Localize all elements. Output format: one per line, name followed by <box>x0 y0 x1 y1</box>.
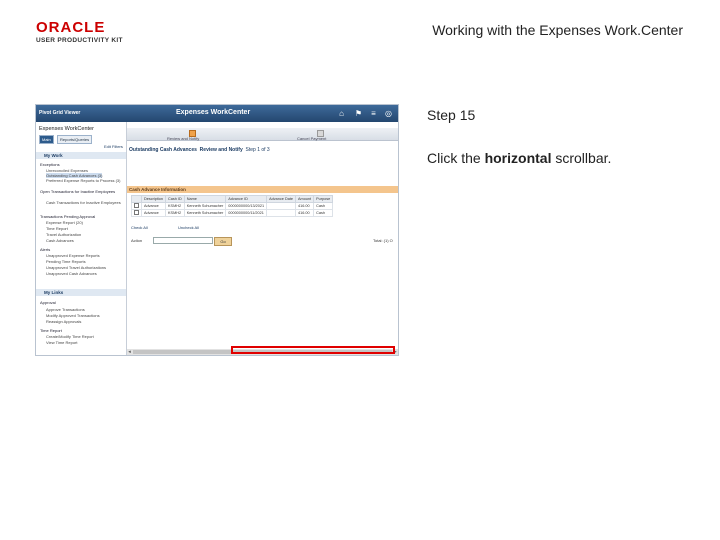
cell: 416.00 <box>294 209 315 217</box>
link-item[interactable]: Create/Modify Time Report <box>46 334 94 339</box>
list-item[interactable]: Unapproved Cash Advances <box>46 271 97 276</box>
instruction-keyword: horizontal <box>484 150 552 166</box>
left-pane-title: Expenses WorkCenter <box>39 126 94 132</box>
train-label-2: Cancel Payment <box>297 136 327 141</box>
list-item[interactable]: Cash Advances <box>46 238 74 243</box>
group-alerts[interactable]: Alerts <box>40 247 50 252</box>
col-cash-id[interactable]: Cash ID <box>165 195 185 203</box>
table-row: Advance KSMH2 Kenneth Schumacher 0000000… <box>131 209 334 217</box>
cell: Kenneth Schumacher <box>183 202 227 210</box>
home-icon[interactable]: ⌂ <box>337 109 346 118</box>
main-pane: Review and Notify Cancel Payment Outstan… <box>127 122 398 355</box>
navbar-icon[interactable]: ◎ <box>384 109 393 118</box>
my-work-header: My Work <box>36 152 126 159</box>
cell: Kenneth Schumacher <box>183 209 227 217</box>
group-pending-approval[interactable]: Transactions Pending Approval <box>40 214 95 219</box>
tab-main[interactable]: Main <box>39 135 54 144</box>
check-all-link[interactable]: Check All <box>131 225 148 230</box>
tab-reports-queries[interactable]: Reports/Queries <box>57 135 93 144</box>
cell: Advance <box>141 209 166 217</box>
cell: 416.00 <box>294 202 315 210</box>
list-item[interactable]: Preferred Expense Reports to Process (3) <box>46 178 120 183</box>
action-select[interactable] <box>153 237 213 244</box>
link-item[interactable]: View Time Report <box>46 340 78 345</box>
group-approval[interactable]: Approval <box>40 300 56 305</box>
action-label: Action <box>131 238 143 243</box>
table-row: Advance KSMH2 Kenneth Schumacher 0000000… <box>131 202 334 210</box>
app-screenshot: Pivot Grid Viewer Expenses WorkCenter ⌂ … <box>35 104 399 356</box>
list-item[interactable]: Expense Report (20) <box>46 220 83 225</box>
cell: KSMH2 <box>165 209 185 217</box>
cell: KSMH2 <box>165 202 185 210</box>
oracle-upk-logo: ORACLE USER PRODUCTIVITY KIT <box>36 20 128 44</box>
instruction-text: Click the horizontal scrollbar. <box>427 150 612 166</box>
group-exceptions[interactable]: Exceptions <box>40 162 60 167</box>
step-label: Step 15 <box>427 107 476 123</box>
group-time-report[interactable]: Time Report <box>40 328 62 333</box>
page-title: Outstanding Cash Advances Review and Not… <box>129 147 270 153</box>
row-checkbox[interactable] <box>131 202 142 210</box>
scrollbar-highlight-box <box>231 346 395 354</box>
total-label: Total: (1) O <box>373 238 393 243</box>
edit-filters-link[interactable]: Edit Filters <box>104 144 123 149</box>
scroll-left-icon[interactable]: ◂ <box>127 349 132 355</box>
cell: Cash <box>313 202 334 210</box>
left-pane: Expenses WorkCenter Main Reports/Queries… <box>36 122 127 355</box>
list-item[interactable]: Unapproved Travel Authorizations <box>46 265 106 270</box>
logo-line2: USER PRODUCTIVITY KIT <box>36 37 123 44</box>
link-item[interactable]: Approve Transactions <box>46 307 85 312</box>
menu-icon[interactable]: ≡ <box>369 109 378 118</box>
col-description[interactable]: Description <box>141 195 166 203</box>
col-advance-date[interactable]: Advance Date <box>266 195 296 203</box>
workcenter-title: Expenses WorkCenter <box>176 109 251 116</box>
col-name[interactable]: Name <box>183 195 227 203</box>
list-item[interactable]: Time Report <box>46 226 68 231</box>
link-item[interactable]: Reassign Approvals <box>46 319 81 324</box>
cell: Advance <box>141 202 166 210</box>
uncheck-all-link[interactable]: Uncheck All <box>178 225 199 230</box>
grid-header: Cash Advance Information <box>127 186 398 193</box>
train-stop-bar: Review and Notify Cancel Payment <box>127 128 398 141</box>
list-item[interactable]: Cash Transactions for Inactive Employees <box>46 200 121 205</box>
col-select <box>131 195 142 203</box>
app-topbar: Pivot Grid Viewer Expenses WorkCenter ⌂ … <box>36 105 398 122</box>
my-links-header: My Links <box>36 289 126 296</box>
list-item[interactable]: Travel Authorization <box>46 232 81 237</box>
cell: Cash <box>313 209 334 217</box>
pivot-grid-viewer-link[interactable]: Pivot Grid Viewer <box>39 110 80 116</box>
flag-icon[interactable]: ⚑ <box>354 109 363 118</box>
list-item[interactable]: Pending Time Reports <box>46 259 86 264</box>
go-button[interactable]: Go <box>214 237 232 246</box>
slide-title: Working with the Expenses Work.Center <box>432 22 683 38</box>
train-label-1: Review and Notify <box>167 136 200 141</box>
row-checkbox[interactable] <box>131 209 142 217</box>
cell <box>266 209 296 217</box>
col-purpose[interactable]: Purpose <box>313 195 334 203</box>
cell-link[interactable]: 0000000000/13/2021 <box>225 202 268 210</box>
col-amount[interactable]: Amount <box>294 195 315 203</box>
logo-line1: ORACLE <box>36 19 106 36</box>
col-advance-id[interactable]: Advance ID <box>225 195 268 203</box>
cell <box>266 202 296 210</box>
list-item[interactable]: Unapproved Expense Reports <box>46 253 100 258</box>
group-open-transactions[interactable]: Open Transactions for Inactive Employees <box>40 189 115 194</box>
cell-link[interactable]: 0000000000/11/2021 <box>225 209 268 217</box>
link-item[interactable]: Modify Approved Transactions <box>46 313 100 318</box>
cash-advance-grid: Description Cash ID Name Advance ID Adva… <box>131 195 334 217</box>
